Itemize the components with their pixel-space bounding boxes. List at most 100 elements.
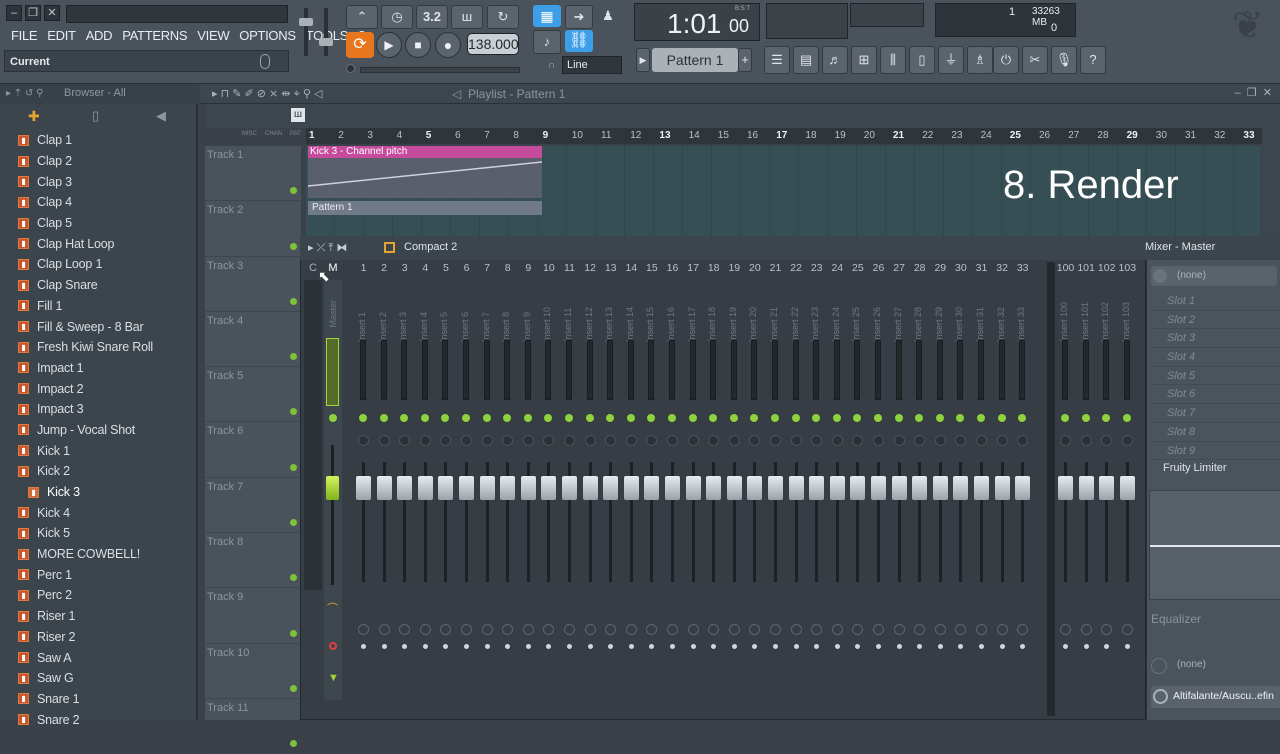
strip-fader[interactable] — [397, 476, 413, 500]
cut-tool-icon[interactable]: ✂ — [1022, 46, 1048, 74]
browser-item[interactable]: ▮ Kick 2 — [0, 461, 198, 482]
undo-history-icon[interactable]: ⏻ — [993, 46, 1019, 74]
typing-keyboard-icon[interactable]: ▦ — [533, 5, 561, 27]
strip-knob[interactable] — [481, 435, 493, 446]
strip-led[interactable] — [503, 414, 512, 422]
snap-select[interactable]: Line — [562, 56, 622, 74]
timeline-ruler[interactable]: 1 2 3 4 5 6 7 8 9 10 11 12 13 14 15 16 17 18 19 20 21 22 23 24 2… — [306, 128, 1268, 144]
plugin-icon[interactable]: ⏚ — [938, 46, 964, 74]
master-volume-slider[interactable] — [304, 8, 308, 56]
strip-dot2[interactable] — [790, 624, 802, 635]
strip-led[interactable] — [688, 414, 697, 422]
insert-strip[interactable]: 16 Insert 16 — [663, 262, 682, 712]
strip-knob[interactable] — [996, 435, 1008, 446]
track-mute-led[interactable] — [290, 463, 297, 471]
strip-fader[interactable] — [459, 476, 474, 500]
pan-knob-icon[interactable] — [346, 64, 355, 73]
output-select-none[interactable]: (none) — [1151, 656, 1280, 676]
insert-strip[interactable]: 24 Insert 24 — [828, 262, 847, 712]
strip-fader[interactable] — [603, 476, 619, 500]
strip-led[interactable] — [1018, 414, 1027, 422]
master-pan-icon[interactable]: ⌒ — [327, 600, 338, 616]
strip-knob[interactable] — [522, 435, 534, 446]
strip-dot2[interactable] — [584, 624, 596, 635]
link-icon[interactable]: ⛓ — [565, 30, 593, 52]
strip-fader[interactable] — [417, 476, 433, 500]
browser-item[interactable]: ▮ Fill 1 — [0, 296, 198, 317]
strip-led[interactable] — [606, 414, 615, 422]
strip-led[interactable] — [997, 414, 1006, 422]
track-header[interactable]: Track 4 — [205, 312, 301, 368]
strip-fader[interactable] — [706, 476, 722, 500]
strip-fader[interactable] — [1099, 476, 1115, 500]
strip-fader[interactable] — [376, 476, 392, 500]
loop-record-icon[interactable]: ↻ — [487, 5, 519, 29]
insert-strip[interactable]: 101 Insert 101 — [1077, 262, 1096, 712]
strip-knob[interactable] — [708, 435, 720, 446]
browser-item[interactable]: ▮ Jump - Vocal Shot — [0, 420, 198, 441]
strip-knob[interactable] — [976, 435, 987, 446]
menu-options[interactable]: OPTIONS — [234, 26, 300, 46]
strip-dot[interactable] — [896, 644, 902, 649]
strip-dot[interactable] — [834, 644, 840, 649]
browser-item[interactable]: ▮ Clap 3 — [0, 171, 198, 192]
insert-strip[interactable]: 31 Insert 31 — [972, 262, 991, 712]
slot-fruity-limiter[interactable]: Fruity Limiter — [1151, 462, 1280, 480]
strip-knob[interactable] — [564, 435, 575, 446]
automation-clip[interactable]: Kick 3 - Channel pitch — [308, 146, 542, 198]
insert-strip[interactable]: 100 Insert 100 — [1056, 262, 1075, 712]
track-header[interactable]: Track 9 — [205, 588, 301, 644]
piano-roll-icon[interactable]: ♬ — [822, 46, 848, 74]
tempo-display[interactable]: 138.000 — [467, 33, 519, 55]
strip-dot[interactable] — [731, 644, 737, 649]
browser-item[interactable]: ▮ Riser 1 — [0, 606, 198, 627]
master-strip[interactable]: Master ⌒ ▼ — [324, 280, 342, 700]
browser-item[interactable]: ▮ Impact 3 — [0, 399, 198, 420]
strip-dot[interactable] — [1124, 644, 1130, 649]
tab-misc[interactable]: MISC — [242, 131, 257, 137]
insert-strip[interactable]: 18 Insert 18 — [704, 262, 723, 712]
strip-led[interactable] — [915, 414, 924, 422]
strip-led[interactable] — [420, 414, 429, 422]
browser-item[interactable]: ▮ Impact 1 — [0, 358, 198, 379]
browser-item[interactable]: ▮ Clap 2 — [0, 151, 198, 172]
strip-led[interactable] — [750, 414, 759, 422]
playlist-icon[interactable]: ☰ — [764, 46, 790, 74]
tab-pat[interactable]: PAT — [290, 131, 301, 137]
track-header[interactable]: Track 7 — [205, 478, 301, 534]
strip-knob[interactable] — [728, 435, 740, 446]
insert-strip[interactable]: 29 Insert 29 — [931, 262, 950, 712]
project-title-field[interactable] — [66, 5, 288, 23]
strip-knob[interactable] — [605, 435, 617, 446]
strip-dot[interactable] — [917, 644, 923, 649]
strip-led[interactable] — [812, 414, 821, 422]
strip-dot[interactable] — [752, 644, 758, 649]
strip-led[interactable] — [853, 414, 862, 422]
strip-knob[interactable] — [914, 435, 926, 446]
strip-dot2[interactable] — [399, 624, 411, 635]
wait-record-icon[interactable]: ◷ — [381, 5, 413, 29]
strip-dot[interactable] — [628, 644, 634, 649]
strip-dot[interactable] — [937, 644, 943, 649]
strip-fader[interactable] — [850, 476, 866, 500]
strip-dot[interactable] — [567, 644, 572, 649]
track-mute-led[interactable] — [290, 242, 297, 250]
strip-knob[interactable] — [1101, 435, 1113, 446]
strip-dot2[interactable] — [358, 624, 369, 635]
insert-strip[interactable]: 32 Insert 32 — [993, 262, 1012, 712]
strip-fader[interactable] — [932, 476, 948, 500]
mixer-layout[interactable]: Compact 2 — [404, 241, 457, 253]
browser-item[interactable]: ▮ Fill & Sweep - 8 Bar — [0, 316, 198, 337]
browser-item[interactable]: ▮ Kick 4 — [0, 502, 198, 523]
insert-strip[interactable]: 17 Insert 17 — [684, 262, 703, 712]
strip-fader[interactable] — [974, 476, 989, 500]
strip-dot[interactable] — [649, 644, 655, 649]
strip-knob[interactable] — [811, 435, 823, 446]
effect-slot[interactable]: Slot 8 — [1151, 423, 1280, 442]
insert-strip[interactable]: 13 Insert 13 — [601, 262, 620, 712]
strip-dot[interactable] — [587, 644, 593, 649]
strip-led[interactable] — [523, 414, 532, 422]
strip-led[interactable] — [729, 414, 738, 422]
browser-item[interactable]: ▮ Clap 4 — [0, 192, 198, 213]
strip-fader[interactable] — [500, 476, 516, 500]
